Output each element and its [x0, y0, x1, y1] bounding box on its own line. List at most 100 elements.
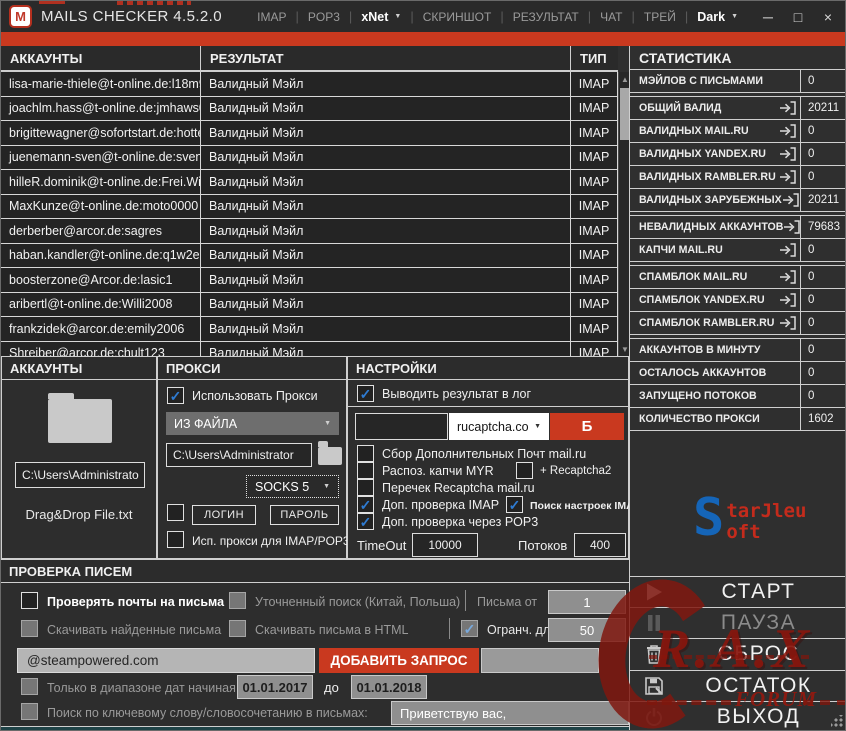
выход-action-button[interactable]: ВЫХОД [630, 700, 845, 730]
proxy-browse-folder-icon[interactable] [318, 441, 342, 465]
menu-item-чат[interactable]: ЧАТ [591, 10, 631, 24]
pop3-limit-field[interactable]: 50 [548, 618, 626, 642]
accounts-path-field[interactable]: C:\Users\Administrato [15, 462, 145, 488]
query-field[interactable]: @steampowered.com [17, 648, 315, 673]
imap-check-checkbox[interactable] [357, 496, 374, 513]
старт-action-button[interactable]: СТАРТ [630, 576, 845, 607]
stat-label: ВАЛИДНЫХ YANDEX.RU [630, 143, 800, 165]
check-mail-checkbox[interactable] [21, 592, 38, 609]
table-row[interactable]: MaxKunze@t-online.de:moto0000 Валидный Мэ… [1, 194, 618, 219]
cell-account: brigittewagner@sofortstart.de:hotte4 [1, 121, 201, 145]
column-header-accounts[interactable]: АККАУНТЫ [1, 46, 201, 70]
остаток-action-button[interactable]: ОСТАТОК [630, 669, 845, 701]
column-header-type[interactable]: ТИП [571, 46, 618, 70]
table-row[interactable]: haban.kandler@t-online.de:q1w2e3r4 Валидн… [1, 243, 618, 268]
stat-value: 0 [800, 312, 845, 334]
cell-account: joachlm.hass@t-online.de:jmhaws00 [1, 96, 201, 120]
letters-from-field[interactable]: 1 [548, 590, 626, 614]
export-icon[interactable] [779, 293, 796, 307]
chevron-down-icon: ▼ [534, 423, 541, 430]
download-letters-checkbox[interactable] [21, 620, 38, 637]
timeout-field[interactable]: 10000 [412, 533, 478, 557]
log-output-checkbox[interactable] [357, 385, 374, 402]
threads-label: Потоков [518, 538, 568, 553]
stat-label: ВАЛИДНЫХ MAIL.RU [630, 120, 800, 142]
proxy-password-button[interactable]: ПАРОЛЬ [270, 505, 339, 525]
pop3-check-checkbox[interactable] [357, 513, 374, 530]
use-proxy-imap-pop3-label: Исп. прокси для IMAP/POP3 [192, 534, 350, 548]
perechek-recaptcha-label: Перечек Recaptcha mail.ru [382, 481, 535, 495]
menu-item-pop3[interactable]: POP3 [299, 10, 349, 24]
proxy-path-field[interactable]: C:\Users\Administrator [166, 443, 312, 467]
collect-extra-mail-checkbox[interactable] [357, 445, 374, 462]
cell-result: Валидный Мэйл [201, 317, 571, 341]
stat-label: ВАЛИДНЫХ RAMBLER.RU [630, 166, 800, 188]
stat-row: АККАУНТОВ В МИНУТУ 0 [630, 339, 845, 362]
menu-item-результат[interactable]: РЕЗУЛЬТАТ [504, 10, 588, 24]
balance-button[interactable]: Б [550, 413, 624, 440]
table-row[interactable]: boosterzone@Arcor.de:lasic1 Валидный Мэйл… [1, 268, 618, 293]
date-range-checkbox[interactable] [21, 678, 38, 695]
resize-grip[interactable] [831, 715, 843, 727]
cell-account: haban.kandler@t-online.de:q1w2e3r4 [1, 243, 201, 267]
captcha-key-field[interactable] [355, 413, 448, 440]
date-to-field[interactable]: 01.01.2018 [351, 675, 427, 699]
menu-item-xnet[interactable]: xNet ▼ [352, 10, 410, 24]
keyword-field[interactable]: Приветствую вас, [391, 701, 629, 725]
export-icon[interactable] [779, 170, 796, 184]
table-row[interactable]: Shreiber@arcor.de:chult123 Валидный Мэйл I… [1, 341, 618, 356]
export-icon[interactable] [779, 243, 796, 257]
window-controls: ─ □ × [753, 1, 843, 32]
column-header-result[interactable]: РЕЗУЛЬТАТ [201, 46, 571, 70]
menu-item-label: Dark [697, 9, 726, 24]
captcha-service-dropdown[interactable]: rucaptcha.co ▼ [449, 413, 549, 440]
export-icon[interactable] [779, 270, 796, 284]
proxy-login-button[interactable]: ЛОГИН [192, 505, 256, 525]
сброс-action-button[interactable]: СБРОС [630, 638, 845, 669]
recaptcha2-label: + Recaptcha2 [540, 465, 612, 477]
proxy-type-dropdown[interactable]: SOCKS 5 ▼ [246, 475, 339, 498]
perechek-recaptcha-checkbox[interactable] [357, 479, 374, 496]
imap-pop-search-checkbox[interactable] [506, 496, 523, 513]
pop3-limit-checkbox[interactable] [461, 620, 478, 637]
export-icon[interactable] [779, 147, 796, 161]
menu-item-dark[interactable]: Dark ▼ [688, 10, 747, 24]
refined-search-checkbox[interactable] [229, 592, 246, 609]
пауза-action-button[interactable]: ПАУЗА [630, 607, 845, 638]
table-row[interactable]: juenemann-sven@t-online.de:sven20 Валидны… [1, 145, 618, 170]
proxy-source-dropdown[interactable]: ИЗ ФАЙЛА ▼ [166, 412, 339, 435]
table-row[interactable]: aribertl@t-online.de:Willi2008 Валидный М… [1, 292, 618, 317]
export-icon[interactable] [783, 220, 800, 234]
action-label: ОСТАТОК [705, 673, 812, 697]
export-icon[interactable] [779, 101, 796, 115]
threads-field[interactable]: 400 [574, 533, 626, 557]
table-row[interactable]: brigittewagner@sofortstart.de:hotte4 Вали… [1, 121, 618, 146]
proxy-auth-checkbox[interactable] [167, 504, 184, 521]
table-row[interactable]: frankzidek@arcor.de:emily2006 Валидный Мэ… [1, 317, 618, 342]
empty-query-slot[interactable] [481, 648, 599, 673]
myr-captcha-checkbox[interactable] [357, 462, 374, 479]
table-row[interactable]: hilleR.dominik@t-online.de:Frei.Wild Вали… [1, 170, 618, 195]
table-row[interactable]: derberber@arcor.de:sagres Валидный Мэйл IM… [1, 219, 618, 244]
minimize-button[interactable]: ─ [753, 1, 783, 32]
menu-item-трей[interactable]: ТРЕЙ [635, 10, 685, 24]
close-button[interactable]: × [813, 1, 843, 32]
export-icon[interactable] [779, 316, 796, 330]
export-icon[interactable] [779, 124, 796, 138]
menu-item-скриншот[interactable]: СКРИНШОТ [414, 10, 501, 24]
use-proxy-checkbox[interactable] [167, 387, 184, 404]
add-query-button[interactable]: ДОБАВИТЬ ЗАПРОС [319, 648, 479, 673]
date-from-field[interactable]: 01.01.2017 [237, 675, 313, 699]
table-row[interactable]: lisa-marie-thiele@t-online.de:l18m9t Вали… [1, 72, 618, 97]
recaptcha2-checkbox[interactable] [516, 462, 533, 479]
table-row[interactable]: joachlm.hass@t-online.de:jmhaws00 Валидны… [1, 96, 618, 121]
use-proxy-label: Использовать Прокси [192, 389, 318, 403]
folder-icon[interactable] [48, 393, 112, 443]
export-icon[interactable] [782, 193, 799, 207]
menu-item-imap[interactable]: IMAP [248, 10, 295, 24]
maximize-button[interactable]: □ [783, 1, 813, 32]
download-html-checkbox[interactable] [229, 620, 246, 637]
keyword-search-checkbox[interactable] [21, 703, 38, 720]
collect-extra-mail-label: Сбор Дополнительных Почт mail.ru [382, 447, 587, 461]
use-proxy-imap-pop3-checkbox[interactable] [167, 531, 184, 548]
